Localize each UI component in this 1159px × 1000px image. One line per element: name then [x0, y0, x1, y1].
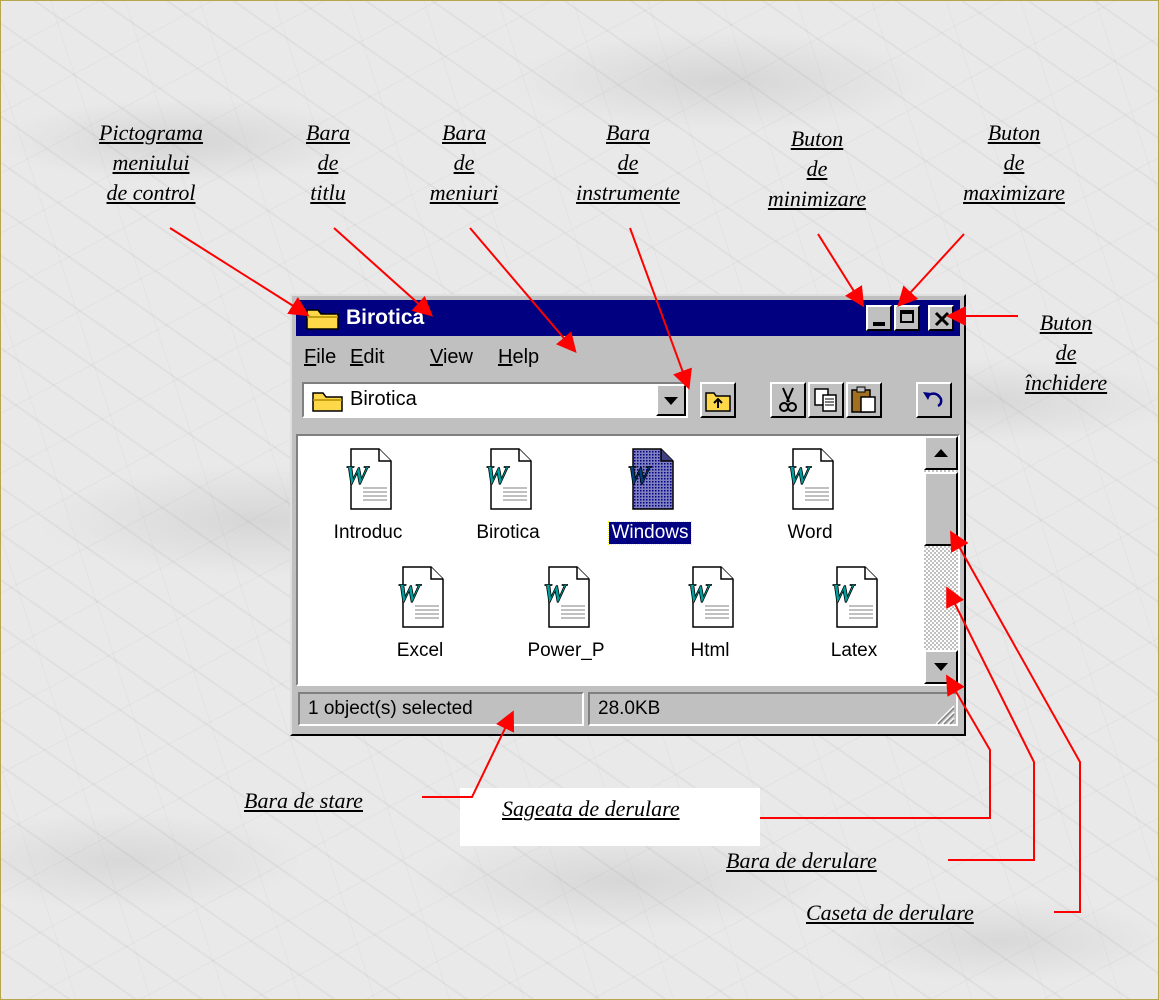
file-item[interactable]: W Introduc [308, 448, 428, 544]
word-document-icon: W [831, 566, 878, 628]
file-name: Html [690, 640, 730, 661]
label-control-menu-icon: Pictograma meniului de control [99, 120, 203, 205]
status-selection: 1 object(s) selected [298, 692, 584, 726]
up-folder-icon [705, 392, 731, 412]
word-document-icon: W [687, 566, 734, 628]
svg-text:W: W [345, 461, 370, 490]
label-maximize-button: Buton de maximizare [963, 120, 1065, 205]
label-title-bar: Bara de titlu [306, 120, 350, 205]
menu-file[interactable]: File [304, 346, 336, 369]
file-item[interactable]: W Birotica [448, 448, 568, 544]
label-scroll-bar: Bara de derulare [726, 848, 877, 873]
file-item[interactable]: W Word [750, 448, 870, 544]
label-menu-bar: Bara de meniuri [429, 120, 499, 205]
file-item[interactable]: W Html [650, 566, 770, 662]
label-minimize-button: Buton de minimizare [767, 126, 867, 211]
svg-text:W: W [397, 579, 422, 608]
folder-icon[interactable] [306, 306, 340, 330]
file-item[interactable]: W Power_P [506, 566, 626, 662]
up-folder-button[interactable] [700, 382, 736, 418]
address-dropdown[interactable]: Birotica [302, 382, 688, 418]
status-size: 28.0KB [588, 692, 958, 726]
file-item-selected[interactable]: W Windows [590, 448, 710, 545]
svg-text:W: W [543, 579, 568, 608]
file-name: Introduc [333, 522, 403, 543]
word-document-icon: W [485, 448, 532, 510]
file-name: Windows [608, 521, 692, 545]
file-name: Birotica [476, 522, 540, 543]
label-tool-bar: Bara de instrumente [576, 120, 680, 205]
chevron-down-icon [664, 397, 678, 405]
menu-file-rest: ile [316, 346, 337, 368]
close-icon [934, 311, 950, 327]
undo-icon [923, 392, 943, 408]
svg-text:W: W [485, 461, 510, 490]
explorer-window: Birotica File Edit View Help Birotica W … [290, 294, 966, 736]
menu-edit[interactable]: Edit [350, 346, 384, 369]
svg-text:W: W [787, 461, 812, 490]
cut-button[interactable] [770, 382, 806, 418]
arrow-down-icon [934, 663, 948, 671]
window-title: Birotica [346, 306, 425, 329]
svg-text:W: W [831, 579, 856, 608]
copy-icon [814, 388, 837, 412]
label-scroll-arrow: Sageata de derulare [502, 796, 680, 821]
undo-button[interactable] [916, 382, 952, 418]
scroll-down-button[interactable] [924, 650, 958, 684]
word-document-icon: W [627, 448, 674, 510]
dropdown-button[interactable] [656, 384, 686, 416]
maximize-icon [900, 310, 914, 323]
file-name: Excel [396, 640, 444, 661]
file-list-pane[interactable]: W Introduc W Birotica W Windows W Word W… [296, 434, 960, 686]
scroll-thumb[interactable] [924, 472, 958, 546]
title-bar[interactable]: Birotica [296, 300, 960, 336]
folder-icon [312, 392, 343, 412]
maximize-button[interactable] [894, 305, 920, 331]
close-button[interactable] [928, 305, 954, 331]
menu-view[interactable]: View [430, 346, 473, 369]
minimize-icon [873, 322, 885, 326]
paste-button[interactable] [846, 382, 882, 418]
word-document-icon: W [345, 448, 392, 510]
file-name: Word [787, 522, 833, 543]
menu-edit-rest: dit [363, 346, 385, 368]
copy-button[interactable] [808, 382, 844, 418]
address-value: Birotica [350, 388, 417, 410]
label-scroll-box: Caseta de derulare [806, 900, 974, 925]
menu-help[interactable]: Help [498, 346, 539, 369]
file-name: Power_P [527, 640, 605, 661]
vertical-scrollbar[interactable] [924, 436, 958, 684]
word-document-icon: W [543, 566, 590, 628]
word-document-icon: W [787, 448, 834, 510]
file-item[interactable]: W Excel [360, 566, 480, 662]
resize-grip-icon[interactable] [930, 700, 956, 726]
minimize-button[interactable] [866, 305, 892, 331]
scissors-icon [779, 387, 797, 412]
label-status-bar: Bara de stare [244, 788, 363, 813]
menu-help-rest: elp [512, 346, 540, 368]
file-item[interactable]: W Latex [794, 566, 914, 662]
svg-text:W: W [687, 579, 712, 608]
menu-view-rest: iew [442, 346, 473, 368]
svg-text:W: W [627, 461, 652, 490]
tool-bar: Birotica [296, 378, 960, 426]
scroll-up-button[interactable] [924, 436, 958, 470]
file-name: Latex [830, 640, 878, 661]
arrow-up-icon [934, 449, 948, 457]
label-close-button: Buton de închidere [1024, 310, 1108, 395]
status-bar: 1 object(s) selected 28.0KB [296, 690, 960, 730]
word-document-icon: W [397, 566, 444, 628]
paste-icon [851, 386, 876, 413]
